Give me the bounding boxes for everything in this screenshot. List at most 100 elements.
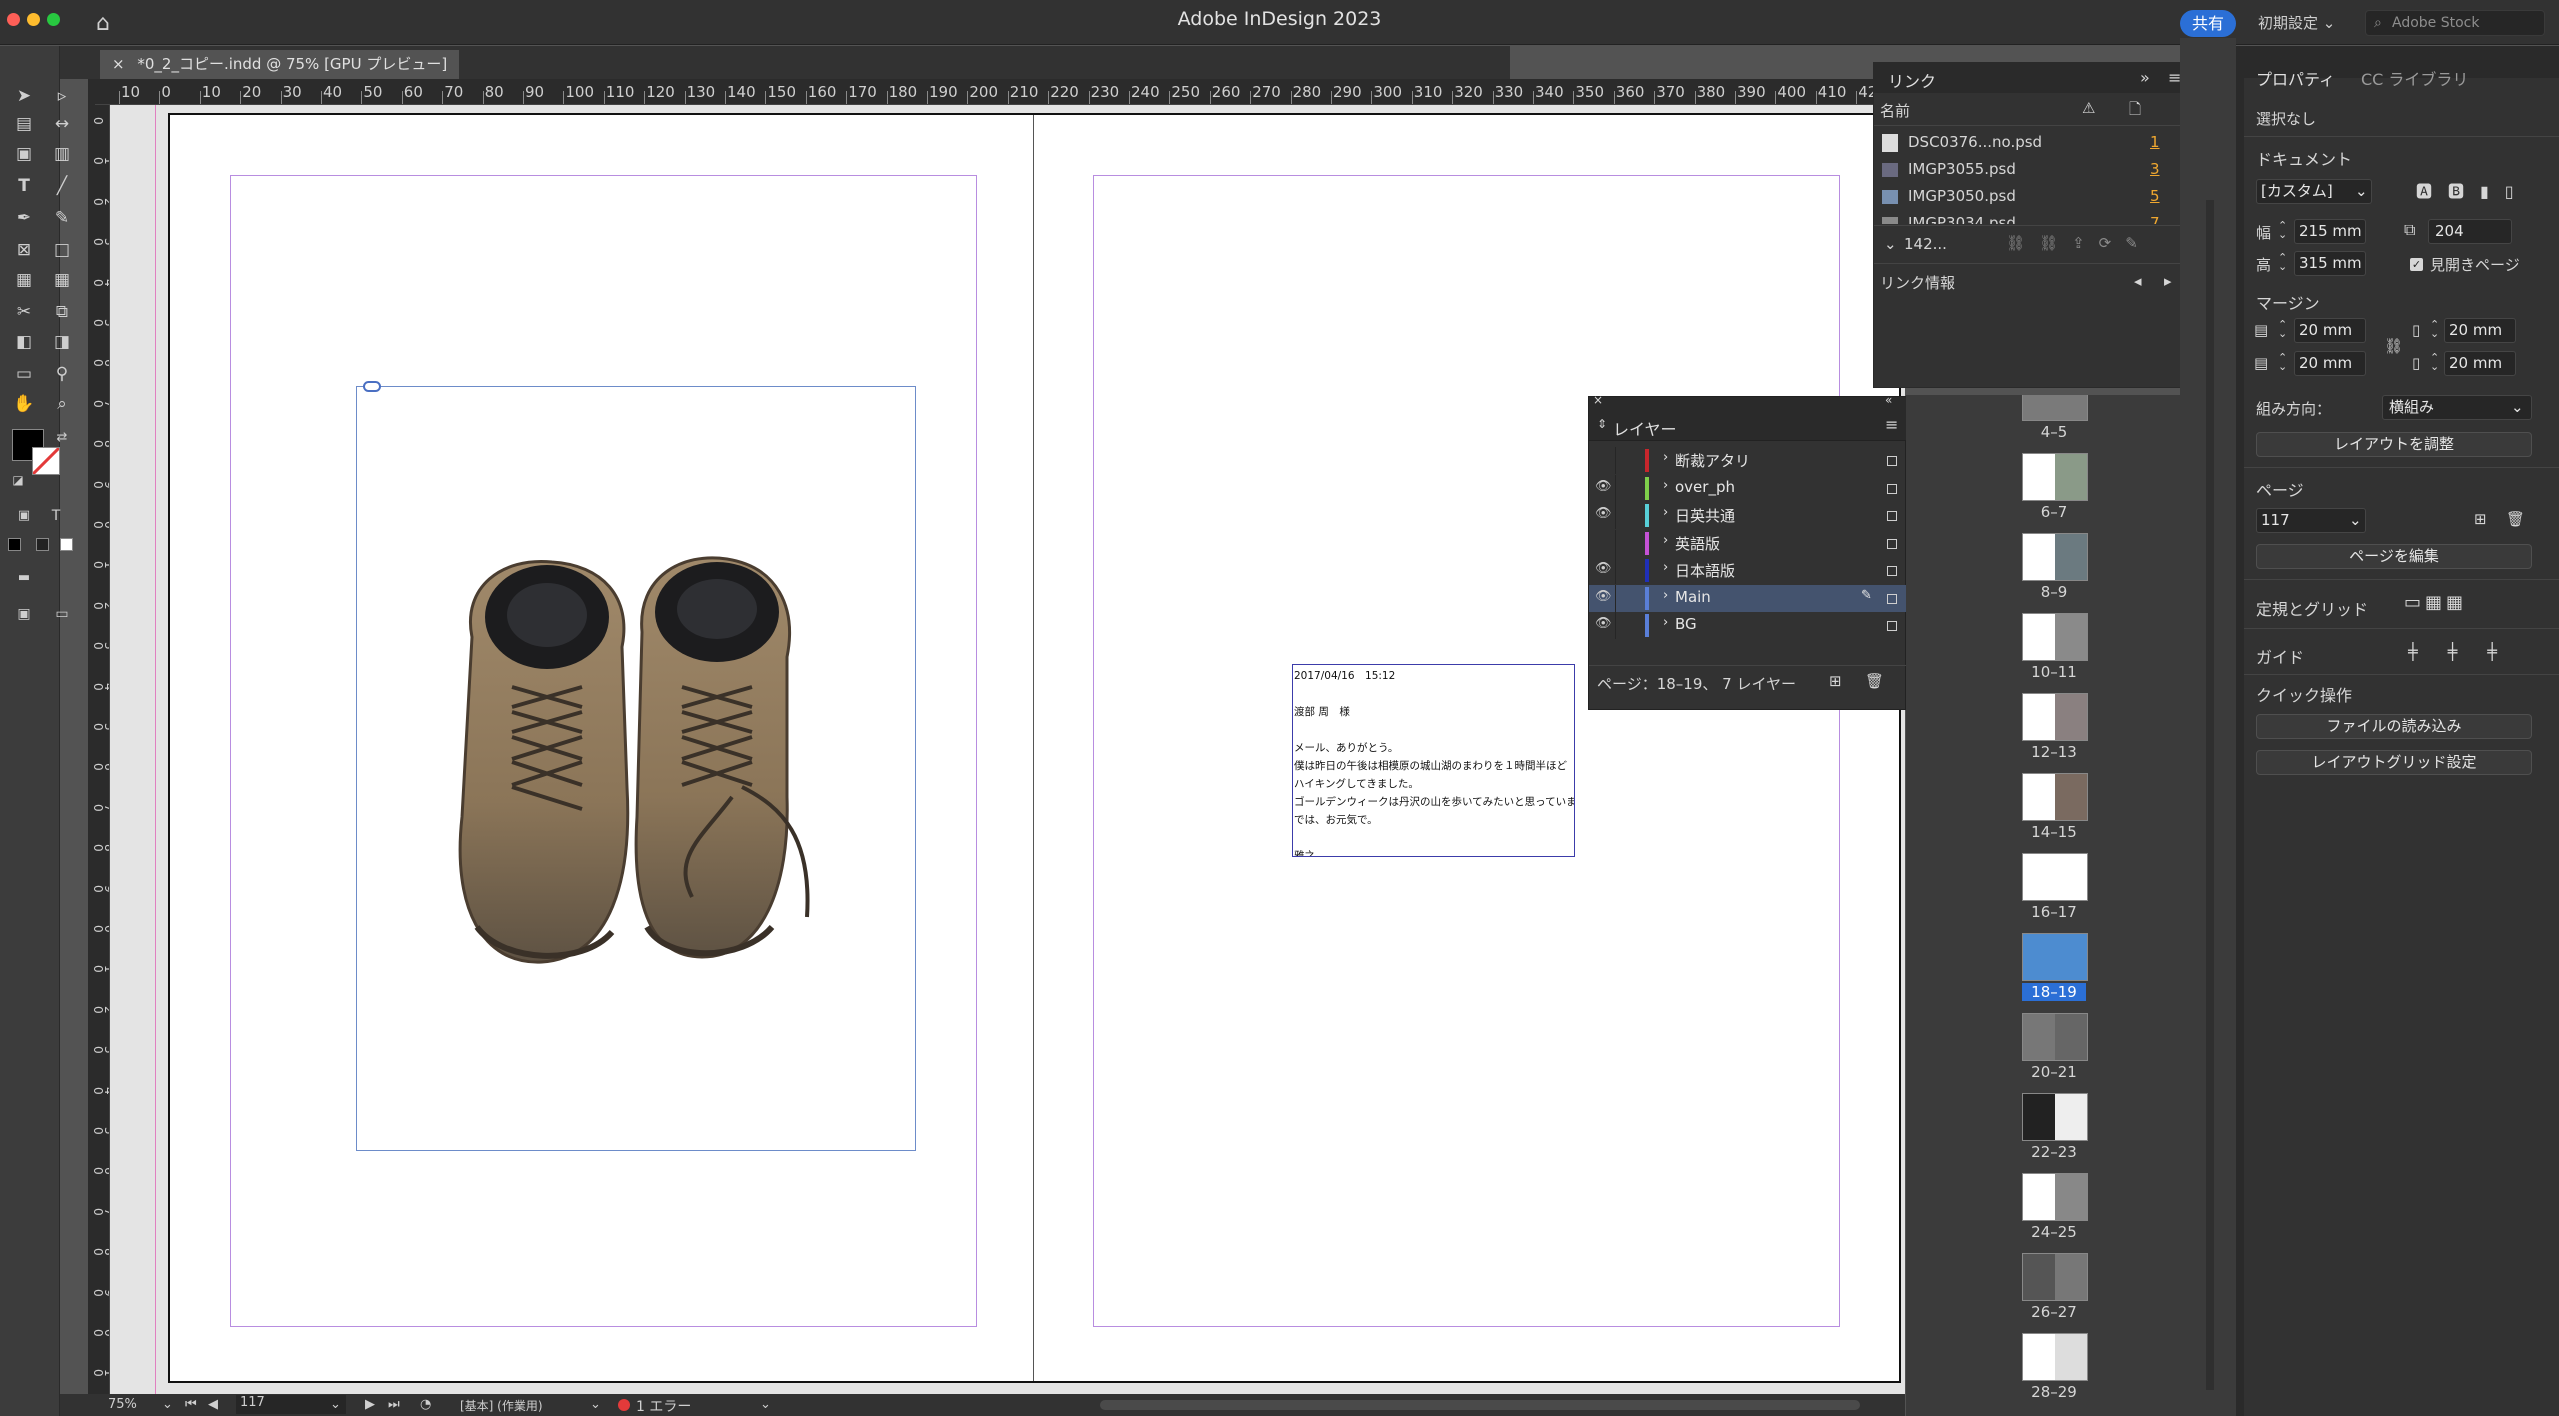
target-square-icon[interactable] [1887, 538, 1897, 549]
link-margins-icon[interactable]: ⛓ [2384, 337, 2403, 355]
page-spread-thumbnail[interactable] [2022, 395, 2088, 421]
horizontal-scrollbar[interactable] [1100, 1400, 1860, 1410]
eye-icon[interactable]: 👁 [1595, 589, 1612, 604]
link-chain-icon[interactable] [363, 381, 381, 392]
table-tool-icon[interactable]: ▦ [12, 268, 36, 292]
link-page[interactable]: 5 [2150, 187, 2160, 205]
links-actions-icons[interactable]: ⛓⛓⇪⟳✎ [2006, 234, 2152, 252]
profile-chevron-icon[interactable]: ⌄ [590, 1397, 601, 1412]
document-preset-select[interactable]: [カスタム] ⌄ [2256, 179, 2372, 204]
page-spread-thumbnail[interactable] [2022, 1013, 2088, 1061]
apply-color-icon[interactable] [8, 538, 21, 551]
height-stepper-icon[interactable]: ⌃ ⌄ [2278, 252, 2287, 272]
page-spread-thumbnail[interactable] [2022, 1173, 2088, 1221]
vertical-ruler[interactable]: 0 1 0 2 0 3 0 4 0 5 0 6 0 7 0 8 0 9 0 1 0 0 1 1 0 1 … [88, 105, 110, 1395]
stepper-icon[interactable]: ⌃ ⌄ [2278, 352, 2287, 372]
rectangle-tool-icon[interactable]: □ [50, 238, 74, 262]
warning-column-icon[interactable]: ⚠ [2082, 99, 2095, 117]
lock-toggle[interactable] [1615, 557, 1616, 584]
link-row[interactable]: IMGP3050.psd 5 [1880, 185, 2180, 211]
gap-tool-icon[interactable]: ↔ [50, 112, 74, 136]
gradient-swatch-tool-icon[interactable]: ◧ [12, 330, 36, 354]
stepper-icon[interactable]: ⌃ ⌄ [2430, 352, 2439, 372]
eyedropper-tool-icon[interactable]: ⚲ [50, 362, 74, 386]
lock-toggle[interactable] [1615, 584, 1616, 612]
layer-row[interactable]: › 英語版 [1589, 529, 1907, 557]
share-button[interactable]: 共有 [2180, 10, 2236, 37]
width-field[interactable]: 215 mm [2294, 219, 2366, 244]
page-column-icon[interactable]: 🗋 [2129, 99, 2141, 124]
page-spread-label[interactable]: 6–7 [2022, 503, 2086, 521]
page-spread-label[interactable]: 12–13 [2022, 743, 2086, 761]
page-spread-thumbnail[interactable] [2022, 1093, 2088, 1141]
direct-selection-tool-icon[interactable]: ▹ [50, 84, 74, 108]
errors-chevron-icon[interactable]: ⌄ [760, 1397, 771, 1412]
first-page-icon[interactable]: ⏮ [185, 1397, 197, 1412]
formatting-text-icon[interactable]: T [44, 504, 68, 528]
ruler-grid-icons[interactable]: ▭▦▦ [2404, 592, 2467, 613]
new-layer-icon[interactable]: ⊞ [1829, 672, 1842, 690]
height-field[interactable]: 315 mm [2294, 251, 2366, 276]
layers-drag-bar[interactable]: × « [1589, 393, 1907, 411]
page-spread-thumbnail[interactable] [2022, 613, 2088, 661]
layer-row[interactable]: › 断裁アタリ [1589, 447, 1907, 474]
page-tool-icon[interactable]: ▤ [12, 112, 36, 136]
orientation-icons[interactable]: 🅰🅱▮▯ [2416, 178, 2530, 202]
chevron-right-icon[interactable]: › [1663, 505, 1668, 520]
facing-pages-checkbox[interactable]: ✓ [2410, 258, 2423, 271]
guide-icons[interactable]: ╪╪╪ [2408, 642, 2527, 661]
target-square-icon[interactable] [1887, 511, 1897, 521]
photo-frame[interactable] [356, 381, 916, 1151]
link-page[interactable]: 3 [2150, 160, 2160, 178]
close-panel-icon[interactable]: × [1593, 393, 1603, 407]
collapse-panel-icon[interactable]: « [1885, 393, 1892, 407]
page-spread-label[interactable]: 16–17 [2022, 903, 2086, 921]
page-spread-label[interactable]: 10–11 [2022, 663, 2086, 681]
panel-splitter[interactable] [2236, 46, 2244, 1416]
workspace-switcher[interactable]: 初期設定 ⌄ [2258, 12, 2335, 33]
page-spread-thumbnail[interactable] [2022, 933, 2088, 981]
page-spread-label[interactable]: 22–23 [2022, 1143, 2086, 1161]
margin-bottom-field[interactable]: 20 mm [2294, 351, 2366, 376]
margin-top-field[interactable]: 20 mm [2294, 318, 2366, 343]
pages-scrollbar[interactable] [2206, 200, 2214, 1390]
gradient-feather-tool-icon[interactable]: ◨ [50, 330, 74, 354]
links-panel-title[interactable]: リンク [1888, 68, 1936, 92]
target-square-icon[interactable] [1887, 456, 1897, 466]
lock-toggle[interactable] [1615, 502, 1616, 529]
eye-icon[interactable]: 👁 [1595, 479, 1612, 494]
target-square-icon[interactable] [1887, 621, 1897, 631]
horizontal-ruler[interactable]: 10 0 10 20 30 40 50 60 70 80 90 100 110 120 130 140 150 1… [95, 79, 1880, 105]
adobe-stock-search[interactable]: ⌕ Adobe Stock [2365, 10, 2545, 36]
link-row[interactable]: IMGP3055.psd 3 [1880, 158, 2180, 184]
layer-row[interactable]: 👁 › BG [1589, 612, 1907, 639]
eye-icon[interactable]: 👁 [1595, 616, 1612, 631]
letter-text-frame[interactable]: 2017/04/16 15:12 渡部 周 様 メール、ありがとう。 僕は昨日の… [1292, 664, 1575, 857]
apply-none-icon[interactable] [60, 538, 73, 551]
panel-menu-icon[interactable]: ≡ [1885, 415, 1898, 434]
next-page-icon[interactable]: ▶ [365, 1397, 375, 1412]
page-spread-label[interactable]: 24–25 [2022, 1223, 2086, 1241]
layer-row[interactable]: 👁 › 日本語版 [1589, 557, 1907, 584]
chevron-right-icon[interactable]: › [1663, 533, 1668, 548]
link-info-label[interactable]: リンク情報 [1880, 272, 1955, 293]
lock-toggle[interactable] [1615, 529, 1616, 557]
chevron-right-icon[interactable]: › [1663, 478, 1668, 493]
page-spread-thumbnail[interactable] [2022, 773, 2088, 821]
delete-page-icon[interactable]: 🗑 [2506, 510, 2525, 528]
last-page-icon[interactable]: ⏭ [388, 1397, 400, 1412]
type-tool-icon[interactable]: T [12, 174, 36, 198]
stepper-icon[interactable]: ⌃ ⌄ [2430, 319, 2439, 339]
zoom-chevron-icon[interactable]: ⌄ [162, 1397, 173, 1412]
page-chevron-icon[interactable]: ⌄ [330, 1397, 341, 1412]
close-tab-icon[interactable]: × [112, 55, 125, 73]
screen-mode-icon[interactable]: ▭ [50, 602, 74, 626]
default-colors-icon[interactable]: ◪ [6, 468, 30, 492]
page-spread-label[interactable]: 28–29 [2022, 1383, 2086, 1401]
content-collector-icon[interactable]: ▣ [12, 142, 36, 166]
target-square-icon[interactable] [1887, 566, 1897, 576]
link-page[interactable]: 7 [2150, 214, 2160, 224]
page-spread-thumbnail[interactable] [2022, 693, 2088, 741]
next-link-icon[interactable]: ▸ [2164, 272, 2172, 290]
page-spread-thumbnail[interactable] [2022, 533, 2088, 581]
